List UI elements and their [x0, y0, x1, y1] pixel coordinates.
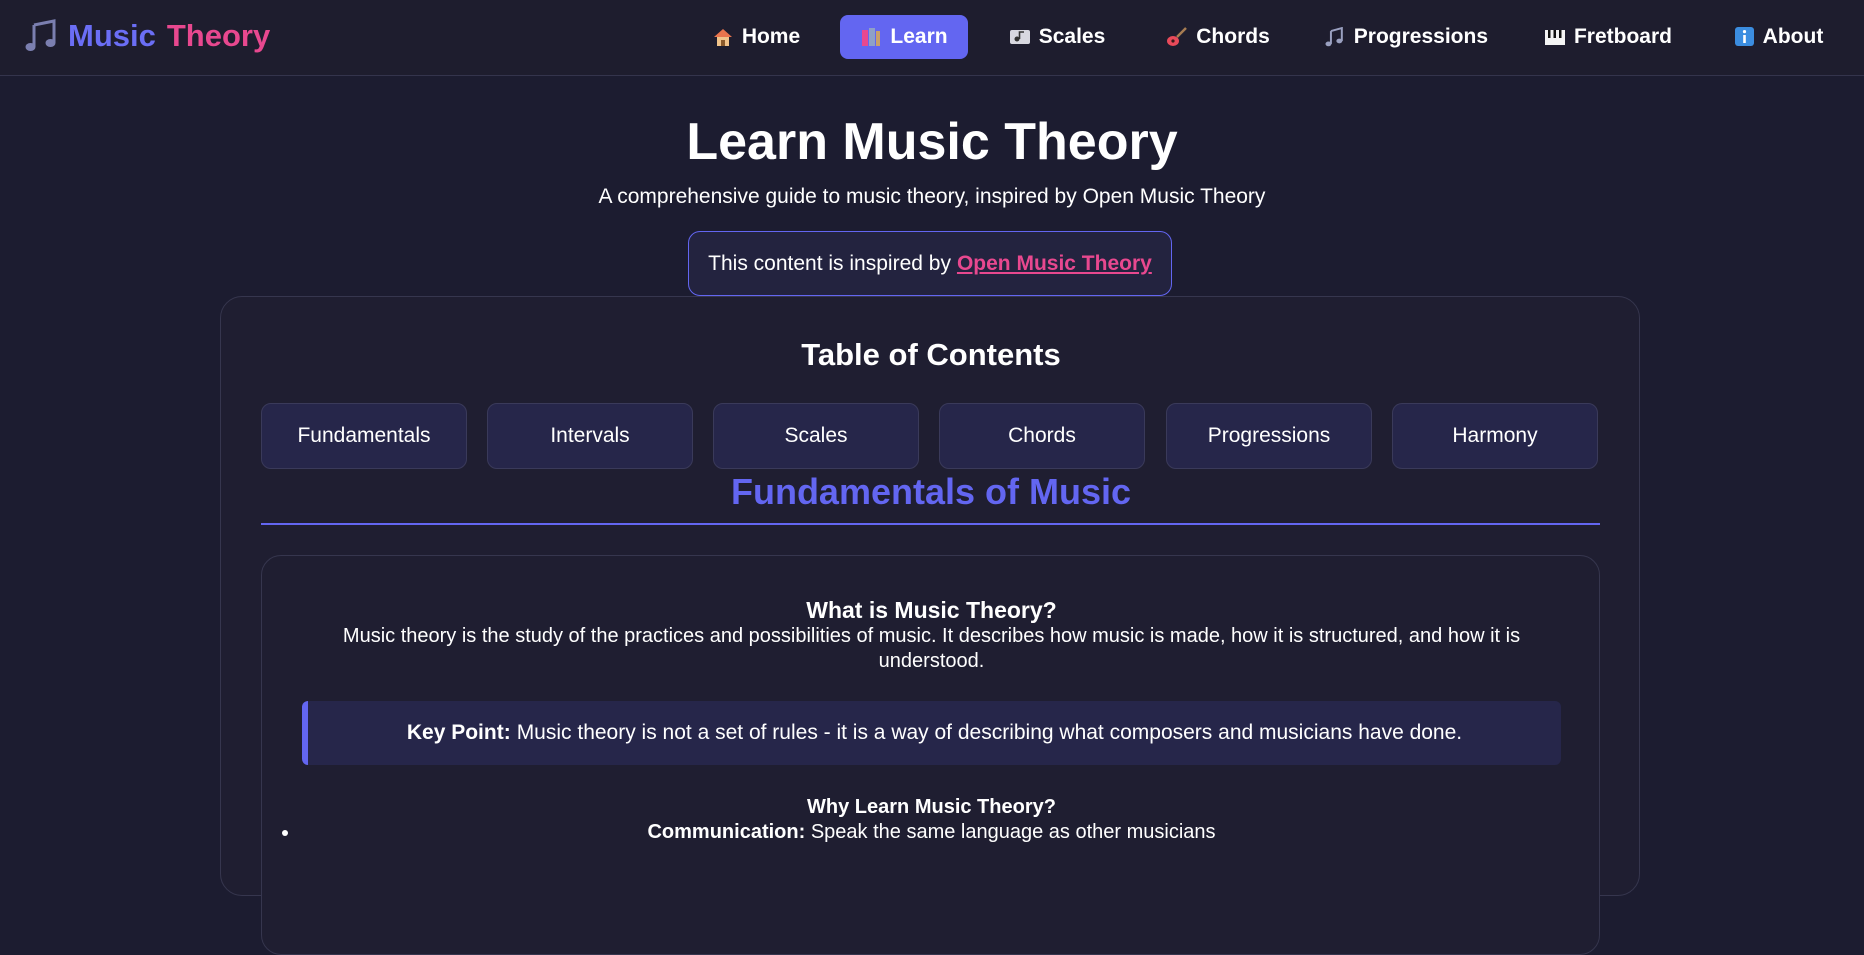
toc-scales[interactable]: Scales: [713, 403, 919, 469]
key-point-label: Key Point:: [406, 721, 511, 744]
nav-chords[interactable]: Chords: [1158, 15, 1278, 59]
fundamentals-panel: What is Music Theory? Music theory is th…: [261, 555, 1600, 955]
brand-logo[interactable]: Music Theory: [24, 14, 270, 58]
list-item-label: Communication:: [647, 821, 806, 843]
nav-progressions[interactable]: Progressions: [1324, 15, 1488, 59]
nav-progressions-label: Progressions: [1353, 25, 1488, 48]
toc-progressions[interactable]: Progressions: [1166, 403, 1372, 469]
nav-about-label: About: [1762, 25, 1824, 48]
toc-harmony[interactable]: Harmony: [1392, 403, 1598, 469]
inspired-text: This content is inspired by: [708, 251, 951, 275]
list-item-text: Speak the same language as other musicia…: [810, 821, 1216, 843]
nav-chords-label: Chords: [1196, 25, 1270, 48]
key-point-text: Music theory is not a set of rules - it …: [516, 721, 1463, 744]
toc-chords[interactable]: Chords: [939, 403, 1145, 469]
toc-intervals[interactable]: Intervals: [487, 403, 693, 469]
list-item: Communication: Speak the same language a…: [262, 820, 1601, 844]
bullet-dot: [282, 830, 288, 836]
brand-text-music: Music: [68, 18, 156, 53]
why-learn-list: Communication: Speak the same language a…: [262, 820, 1601, 844]
nav-learn-label: Learn: [890, 25, 948, 48]
page-subtitle: A comprehensive guide to music theory, i…: [598, 185, 1266, 208]
toc-title: Table of Contents: [801, 337, 1061, 372]
nav-learn[interactable]: Learn: [840, 15, 968, 59]
music-note-icon: [25, 19, 56, 51]
brand-text-theory: Theory: [166, 18, 271, 53]
section-title: Fundamentals of Music: [730, 471, 1132, 512]
nav-fretboard-label: Fretboard: [1573, 25, 1672, 48]
nav-home[interactable]: Home: [700, 15, 812, 59]
content-card: Table of Contents Fundamentals Intervals…: [220, 296, 1640, 955]
toc-fundamentals[interactable]: Fundamentals: [261, 403, 467, 469]
open-music-theory-link[interactable]: Open Music Theory: [957, 252, 1152, 276]
what-is-heading: What is Music Theory?: [806, 597, 1057, 623]
books-icon: [862, 28, 881, 46]
notes-icon: [1325, 27, 1343, 47]
page-title: Learn Music Theory: [686, 113, 1178, 171]
nav-about[interactable]: About: [1728, 15, 1828, 59]
nav-fretboard[interactable]: Fretboard: [1542, 15, 1674, 59]
nav-scales-label: Scales: [1038, 25, 1106, 48]
top-navbar: Music Theory Home Learn Scales Chords Pr…: [0, 0, 1864, 76]
why-learn-heading: Why Learn Music Theory?: [807, 796, 1056, 818]
guitar-icon: [1167, 27, 1188, 46]
what-is-body: Music theory is the study of the practic…: [342, 625, 1521, 672]
scale-icon: [1009, 30, 1030, 44]
piano-icon: [1544, 30, 1565, 45]
house-icon: [713, 29, 732, 46]
key-point-callout: Key Point: Music theory is not a set of …: [302, 701, 1561, 765]
section-divider: [261, 523, 1600, 525]
nav-home-label: Home: [741, 25, 801, 48]
inspired-banner: This content is inspired by Open Music T…: [688, 231, 1172, 296]
info-icon: [1734, 27, 1754, 46]
nav-scales[interactable]: Scales: [996, 15, 1118, 59]
